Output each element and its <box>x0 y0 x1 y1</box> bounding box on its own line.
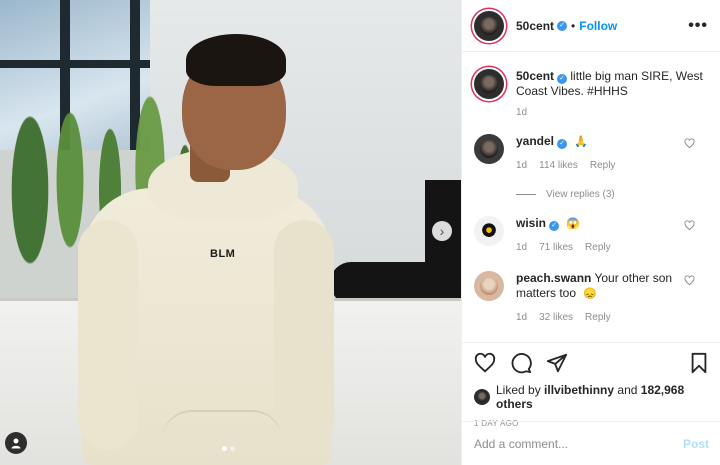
view-replies-label: View replies (3) <box>546 189 615 200</box>
header-user: 50cent ✓ • Follow <box>516 19 617 33</box>
bookmark-icon[interactable] <box>689 352 709 374</box>
action-bar: Liked by illvibethinny and 182,968 other… <box>462 342 720 428</box>
carousel-next-button[interactable]: › <box>432 221 452 241</box>
caption: 50cent ✓ little big man SIRE, West Coast … <box>474 69 709 99</box>
likes-text: Liked by illvibethinny and 182,968 other… <box>496 383 709 411</box>
action-icons <box>474 351 709 375</box>
comment-body: yandel ✓ 🙏 1d 114 likes Reply <box>516 134 686 173</box>
divider <box>516 194 536 195</box>
comment-item: peach.swann Your other son matters too 😞… <box>474 271 709 325</box>
person: BLM <box>78 20 338 465</box>
heart-icon[interactable] <box>684 220 695 231</box>
hoodie-arm <box>78 220 138 450</box>
comments-list[interactable]: 50cent ✓ little big man SIRE, West Coast … <box>462 53 720 342</box>
more-options-icon[interactable]: ••• <box>688 17 708 35</box>
comment-time: 1d <box>516 160 528 171</box>
post-button[interactable]: Post <box>683 437 709 451</box>
heart-icon[interactable] <box>684 275 695 286</box>
comment-meta: 1d 32 likes Reply <box>516 310 686 325</box>
comment-emoji: 🙏 <box>574 136 589 148</box>
comment-emoji: 😱 <box>566 218 581 230</box>
comment-username[interactable]: wisin <box>516 216 546 230</box>
comment-username[interactable]: peach.swann <box>516 271 591 285</box>
comment-meta: 1d 114 likes Reply <box>516 158 686 173</box>
caption-time: 1d <box>516 107 528 118</box>
header-username[interactable]: 50cent <box>516 19 554 33</box>
add-comment-bar: Post <box>462 421 720 465</box>
avatar[interactable] <box>474 69 504 99</box>
instagram-post: BLM › 50cent ✓ • Follow ••• 50cent ✓ lit… <box>0 0 720 465</box>
reply-button[interactable]: Reply <box>585 240 611 255</box>
comment-body: wisin ✓ 😱 1d 71 likes Reply <box>516 216 686 255</box>
comment-input[interactable] <box>474 436 683 451</box>
comment-meta: 1d 71 likes Reply <box>516 240 686 255</box>
avatar[interactable] <box>474 134 504 164</box>
caption-text: 50cent ✓ little big man SIRE, West Coast … <box>516 69 706 99</box>
comment-likes[interactable]: 32 likes <box>539 310 573 325</box>
comment-likes[interactable]: 114 likes <box>539 158 578 173</box>
comment-icon[interactable] <box>510 352 532 374</box>
shirt-text: BLM <box>210 248 236 260</box>
verified-icon: ✓ <box>557 139 568 149</box>
carousel-dot <box>222 446 227 451</box>
reply-button[interactable]: Reply <box>590 158 616 173</box>
user-tag-button[interactable] <box>5 432 27 454</box>
view-replies-button[interactable]: View replies (3) <box>516 189 709 200</box>
verified-icon: ✓ <box>557 74 568 84</box>
avatar[interactable] <box>474 10 504 41</box>
comment-time: 1d <box>516 242 528 253</box>
share-icon[interactable] <box>546 352 568 374</box>
post-photo[interactable]: BLM › <box>0 0 461 465</box>
post-sidebar: 50cent ✓ • Follow ••• 50cent ✓ little big… <box>461 0 720 465</box>
user-tag-icon <box>11 438 21 449</box>
avatar[interactable] <box>474 271 504 301</box>
comment-emoji: 😞 <box>583 288 598 300</box>
heart-icon[interactable] <box>684 138 695 149</box>
verified-icon: ✓ <box>549 221 560 231</box>
hoodie-arm <box>274 220 334 450</box>
hair <box>186 34 286 86</box>
comment-username[interactable]: yandel <box>516 134 554 148</box>
comment-time: 1d <box>516 312 528 323</box>
avatar[interactable] <box>474 216 504 246</box>
reply-button[interactable]: Reply <box>585 310 611 325</box>
carousel-dot <box>230 446 235 451</box>
comment-item: wisin ✓ 😱 1d 71 likes Reply <box>474 216 709 255</box>
comment-likes[interactable]: 71 likes <box>539 240 573 255</box>
verified-icon: ✓ <box>557 20 568 31</box>
likes-prefix: Liked by <box>496 383 541 397</box>
follow-button[interactable]: Follow <box>579 19 617 33</box>
post-header: 50cent ✓ • Follow ••• <box>462 0 720 52</box>
likes-summary: Liked by illvibethinny and 182,968 other… <box>474 383 709 411</box>
comment-item: yandel ✓ 🙏 1d 114 likes Reply <box>474 134 709 173</box>
avatar[interactable] <box>474 389 490 405</box>
comment-body: peach.swann Your other son matters too 😞… <box>516 271 686 325</box>
likes-conjunction: and <box>617 383 638 397</box>
heart-icon[interactable] <box>474 352 496 374</box>
separator: • <box>571 18 576 33</box>
carousel-indicator <box>222 446 235 451</box>
liked-by-user[interactable]: illvibethinny <box>544 383 614 397</box>
chevron-right-icon: › <box>439 223 445 239</box>
hoodie-pocket <box>162 410 282 465</box>
caption-username[interactable]: 50cent <box>516 69 554 83</box>
